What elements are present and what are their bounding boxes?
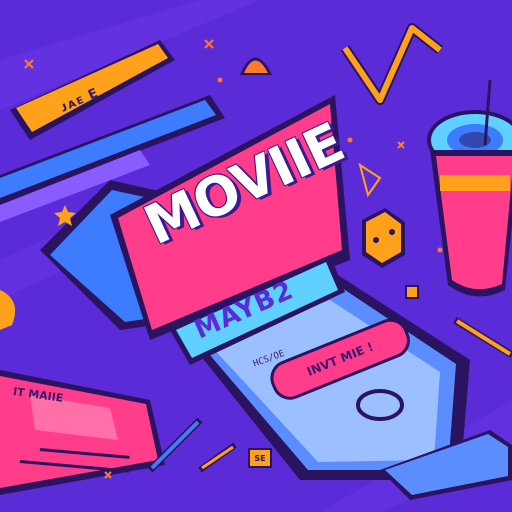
pencil	[201, 445, 234, 470]
cup-band	[440, 175, 510, 191]
shell-icon	[240, 57, 272, 75]
small-badge: SE	[248, 448, 272, 468]
background-illustration	[0, 0, 512, 512]
small-badge-label: SE	[254, 453, 266, 463]
small-cube-icon	[407, 287, 417, 297]
dice-pip	[389, 229, 395, 235]
dice-pip	[373, 237, 379, 243]
pencil	[455, 319, 512, 356]
triangle-icon	[358, 162, 382, 198]
orange-blob	[0, 290, 16, 330]
